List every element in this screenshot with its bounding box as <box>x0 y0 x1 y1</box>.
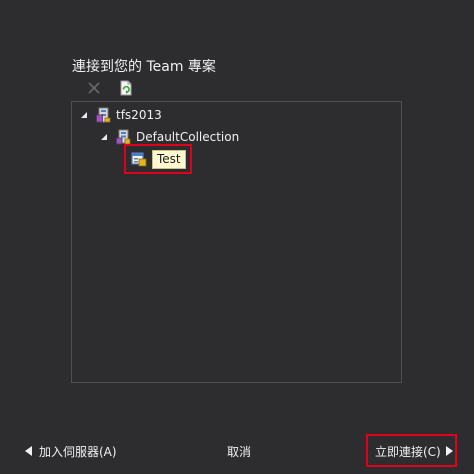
triangle-left-icon <box>25 446 32 456</box>
panel-title: 連接到您的 Team 專案 <box>72 59 216 75</box>
tree-toolbar <box>86 80 150 96</box>
server-icon <box>95 107 111 123</box>
refresh-icon[interactable] <box>118 80 134 96</box>
cancel-label: 取消 <box>227 444 252 459</box>
add-server-label: 加入伺服器(A) <box>39 444 117 459</box>
highlight-box-project <box>124 144 192 174</box>
cancel-button[interactable]: 取消 <box>227 441 251 461</box>
close-icon[interactable] <box>86 80 102 96</box>
server-label: tfs2013 <box>116 108 162 122</box>
team-project-tree[interactable]: tfs2013 DefaultCollection Test <box>71 101 402 383</box>
add-server-button[interactable]: 加入伺服器(A) <box>25 441 117 461</box>
collection-label: DefaultCollection <box>136 130 240 144</box>
highlight-box-connect <box>366 434 457 467</box>
expand-triangle-icon[interactable] <box>99 132 109 142</box>
collection-icon <box>115 129 131 145</box>
expand-triangle-icon[interactable] <box>79 110 89 120</box>
tree-node-server[interactable]: tfs2013 <box>79 105 162 125</box>
